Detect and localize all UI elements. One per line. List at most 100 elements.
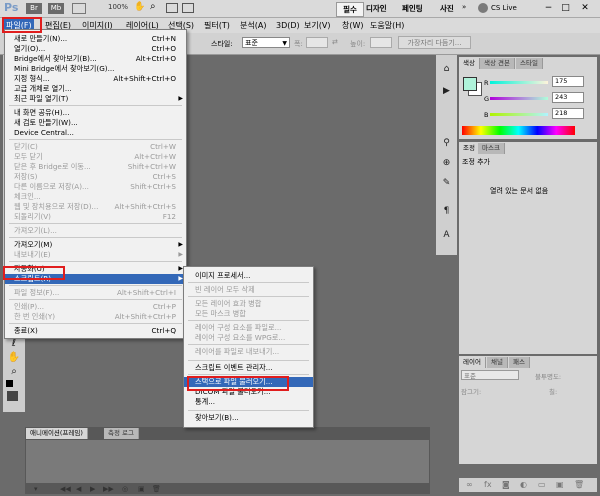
cslive-label[interactable]: CS Live [491, 4, 517, 12]
scripts-menu-item[interactable]: 이미지 프로세서... [184, 271, 313, 281]
screen-mode-icon[interactable] [182, 3, 194, 13]
g-slider[interactable] [490, 97, 548, 100]
tab-measure-log[interactable]: 측정 로그 [104, 428, 139, 439]
new-layer-icon[interactable]: ▣ [556, 480, 564, 489]
delete-layer-icon[interactable]: 🗑 [574, 480, 584, 489]
r-slider[interactable] [490, 81, 548, 84]
refine-edge-button[interactable]: 가장자리 다듬기... [398, 36, 471, 49]
workspace-photography[interactable]: 사진 [440, 3, 454, 14]
file-menu-item: 닫기(C) Ctrl+W [5, 142, 186, 152]
tab-paths[interactable]: 패스 [509, 357, 530, 368]
hand-tool-icon[interactable]: ✋ [7, 352, 21, 364]
tab-channels[interactable]: 채널 [487, 357, 508, 368]
menu-separator [9, 261, 182, 262]
character-icon[interactable]: A [441, 230, 452, 241]
zoom-tool-icon[interactable]: ⌕ [7, 366, 21, 378]
prev-frame-icon[interactable]: ◀ [76, 484, 81, 494]
file-menu-item: 다른 이름으로 저장(A)... Shift+Ctrl+S [5, 182, 186, 192]
add-mask-icon[interactable]: ◙ [502, 480, 510, 489]
quickmask-icon[interactable] [7, 391, 18, 401]
zoom-level[interactable]: 100% [108, 3, 128, 11]
g-value-field[interactable]: 243 [552, 92, 584, 103]
loop-select[interactable]: ▾ [34, 484, 38, 494]
zoom-tool-icon[interactable]: ⌕ [150, 1, 156, 12]
b-slider[interactable] [490, 113, 548, 116]
file-menu-item[interactable]: 새로 만들기(N)... Ctrl+N [5, 34, 186, 44]
file-menu-item[interactable]: 내 화면 공유(H)... [5, 108, 186, 118]
blend-mode-select[interactable]: 표준 [461, 370, 519, 380]
brush-preset-icon[interactable]: ⚲ [441, 138, 452, 149]
cslive-icon[interactable] [478, 3, 488, 13]
workspace-painting[interactable]: 페인팅 [402, 3, 423, 14]
scripts-menu-item[interactable]: 통계... [184, 397, 313, 407]
next-frame-icon[interactable]: ▶▶ [103, 484, 114, 494]
style-select[interactable]: 표준 ▼ [242, 37, 290, 48]
file-menu-item[interactable]: 고급 개체로 열기... [5, 84, 186, 94]
brush-icon[interactable]: ✎ [441, 178, 452, 189]
tab-adjustments[interactable]: 조정 [459, 143, 480, 154]
workspace-design[interactable]: 디자인 [366, 3, 387, 14]
width-field[interactable] [306, 37, 328, 48]
bridge-icon[interactable]: Br [26, 3, 42, 14]
tab-swatches[interactable]: 색상 견본 [480, 58, 515, 69]
tab-animation[interactable]: 애니메이션(프레임) [26, 428, 88, 439]
menu-analysis[interactable]: 분석(A) [238, 18, 268, 33]
file-menu-item[interactable]: Bridge에서 찾아보기(B)... Alt+Ctrl+O [5, 54, 186, 64]
b-value-field[interactable]: 218 [552, 108, 584, 119]
delete-frame-icon[interactable]: 🗑 [152, 484, 161, 494]
foreground-color-swatch[interactable] [463, 77, 477, 91]
tween-icon[interactable]: ◎ [122, 484, 128, 494]
adjustment-layer-icon[interactable]: ◐ [520, 480, 527, 489]
history-icon[interactable]: ⌂ [441, 64, 452, 75]
swap-icon[interactable]: ⇄ [332, 38, 338, 46]
file-menu-item[interactable]: 종료(X) Ctrl+Q [5, 326, 186, 336]
view-extras-icon[interactable] [72, 3, 86, 14]
paragraph-icon[interactable]: ¶ [441, 206, 452, 217]
menu-help[interactable]: 도움말(H) [368, 18, 406, 33]
tab-styles[interactable]: 스타일 [516, 58, 543, 69]
height-field[interactable] [370, 37, 392, 48]
new-group-icon[interactable]: ▭ [538, 480, 546, 489]
file-menu-item[interactable]: 지정 형식... Alt+Shift+Ctrl+O [5, 74, 186, 84]
r-value-field[interactable]: 175 [552, 76, 584, 87]
workspace-essentials[interactable]: 필수 [336, 2, 364, 17]
file-menu-item[interactable]: 가져오기(M) ▶ [5, 240, 186, 250]
hand-tool-icon[interactable]: ✋ [134, 2, 145, 12]
timeline-area [26, 440, 429, 483]
new-frame-icon[interactable]: ▣ [138, 484, 145, 494]
close-button[interactable]: ✕ [575, 2, 595, 14]
clone-source-icon[interactable]: ⊕ [441, 158, 452, 169]
workspace-menu-icon[interactable]: » [462, 3, 466, 11]
play-icon[interactable]: ▶ [90, 484, 95, 494]
file-menu-item: 파일 정보(F)... Alt+Shift+Ctrl+I [5, 288, 186, 298]
menu-item-shortcut: Alt+Shift+Ctrl+P [114, 312, 176, 321]
scripts-menu-item[interactable]: 스크립트 이벤트 관리자... [184, 363, 313, 373]
file-menu-item[interactable]: Mini Bridge에서 찾아보기(G)... [5, 64, 186, 74]
scripts-menu-item[interactable]: 찾아보기(B)... [184, 413, 313, 423]
menu-window[interactable]: 창(W) [340, 18, 366, 33]
menu-3d[interactable]: 3D(D) [274, 18, 302, 33]
maximize-button[interactable]: □ [558, 2, 573, 14]
file-menu-item[interactable]: 새 검토 만들기(W)... [5, 118, 186, 128]
first-frame-icon[interactable]: ◀◀ [60, 484, 71, 494]
spectrum-bar[interactable] [462, 126, 575, 135]
file-menu-item[interactable]: Device Central... [5, 128, 186, 138]
fx-icon[interactable]: fx [484, 480, 492, 489]
menu-item-label: 열기(O)... [14, 44, 46, 53]
arrange-icon[interactable] [166, 3, 178, 13]
menu-item-shortcut: Alt+Shift+Ctrl+S [114, 202, 177, 211]
link-layers-icon[interactable]: ∞ [466, 480, 473, 489]
tab-color[interactable]: 색상 [459, 58, 480, 69]
menu-view[interactable]: 보기(V) [302, 18, 332, 33]
minimize-button[interactable]: − [541, 2, 556, 14]
tab-layers[interactable]: 레이어 [459, 357, 486, 368]
foreground-color-icon[interactable] [6, 380, 13, 387]
lasso-tool-icon[interactable]: ℓ [7, 338, 21, 350]
actions-icon[interactable]: ▶ [441, 86, 452, 97]
file-menu-item[interactable]: 열기(O)... Ctrl+O [5, 44, 186, 54]
style-select-value: 표준 [245, 39, 258, 47]
file-menu-item[interactable]: 최근 파일 열기(T) ▶ [5, 94, 186, 104]
menu-filter[interactable]: 필터(T) [202, 18, 232, 33]
tab-masks[interactable]: 마스크 [478, 143, 505, 154]
minibridge-icon[interactable]: Mb [48, 3, 64, 14]
